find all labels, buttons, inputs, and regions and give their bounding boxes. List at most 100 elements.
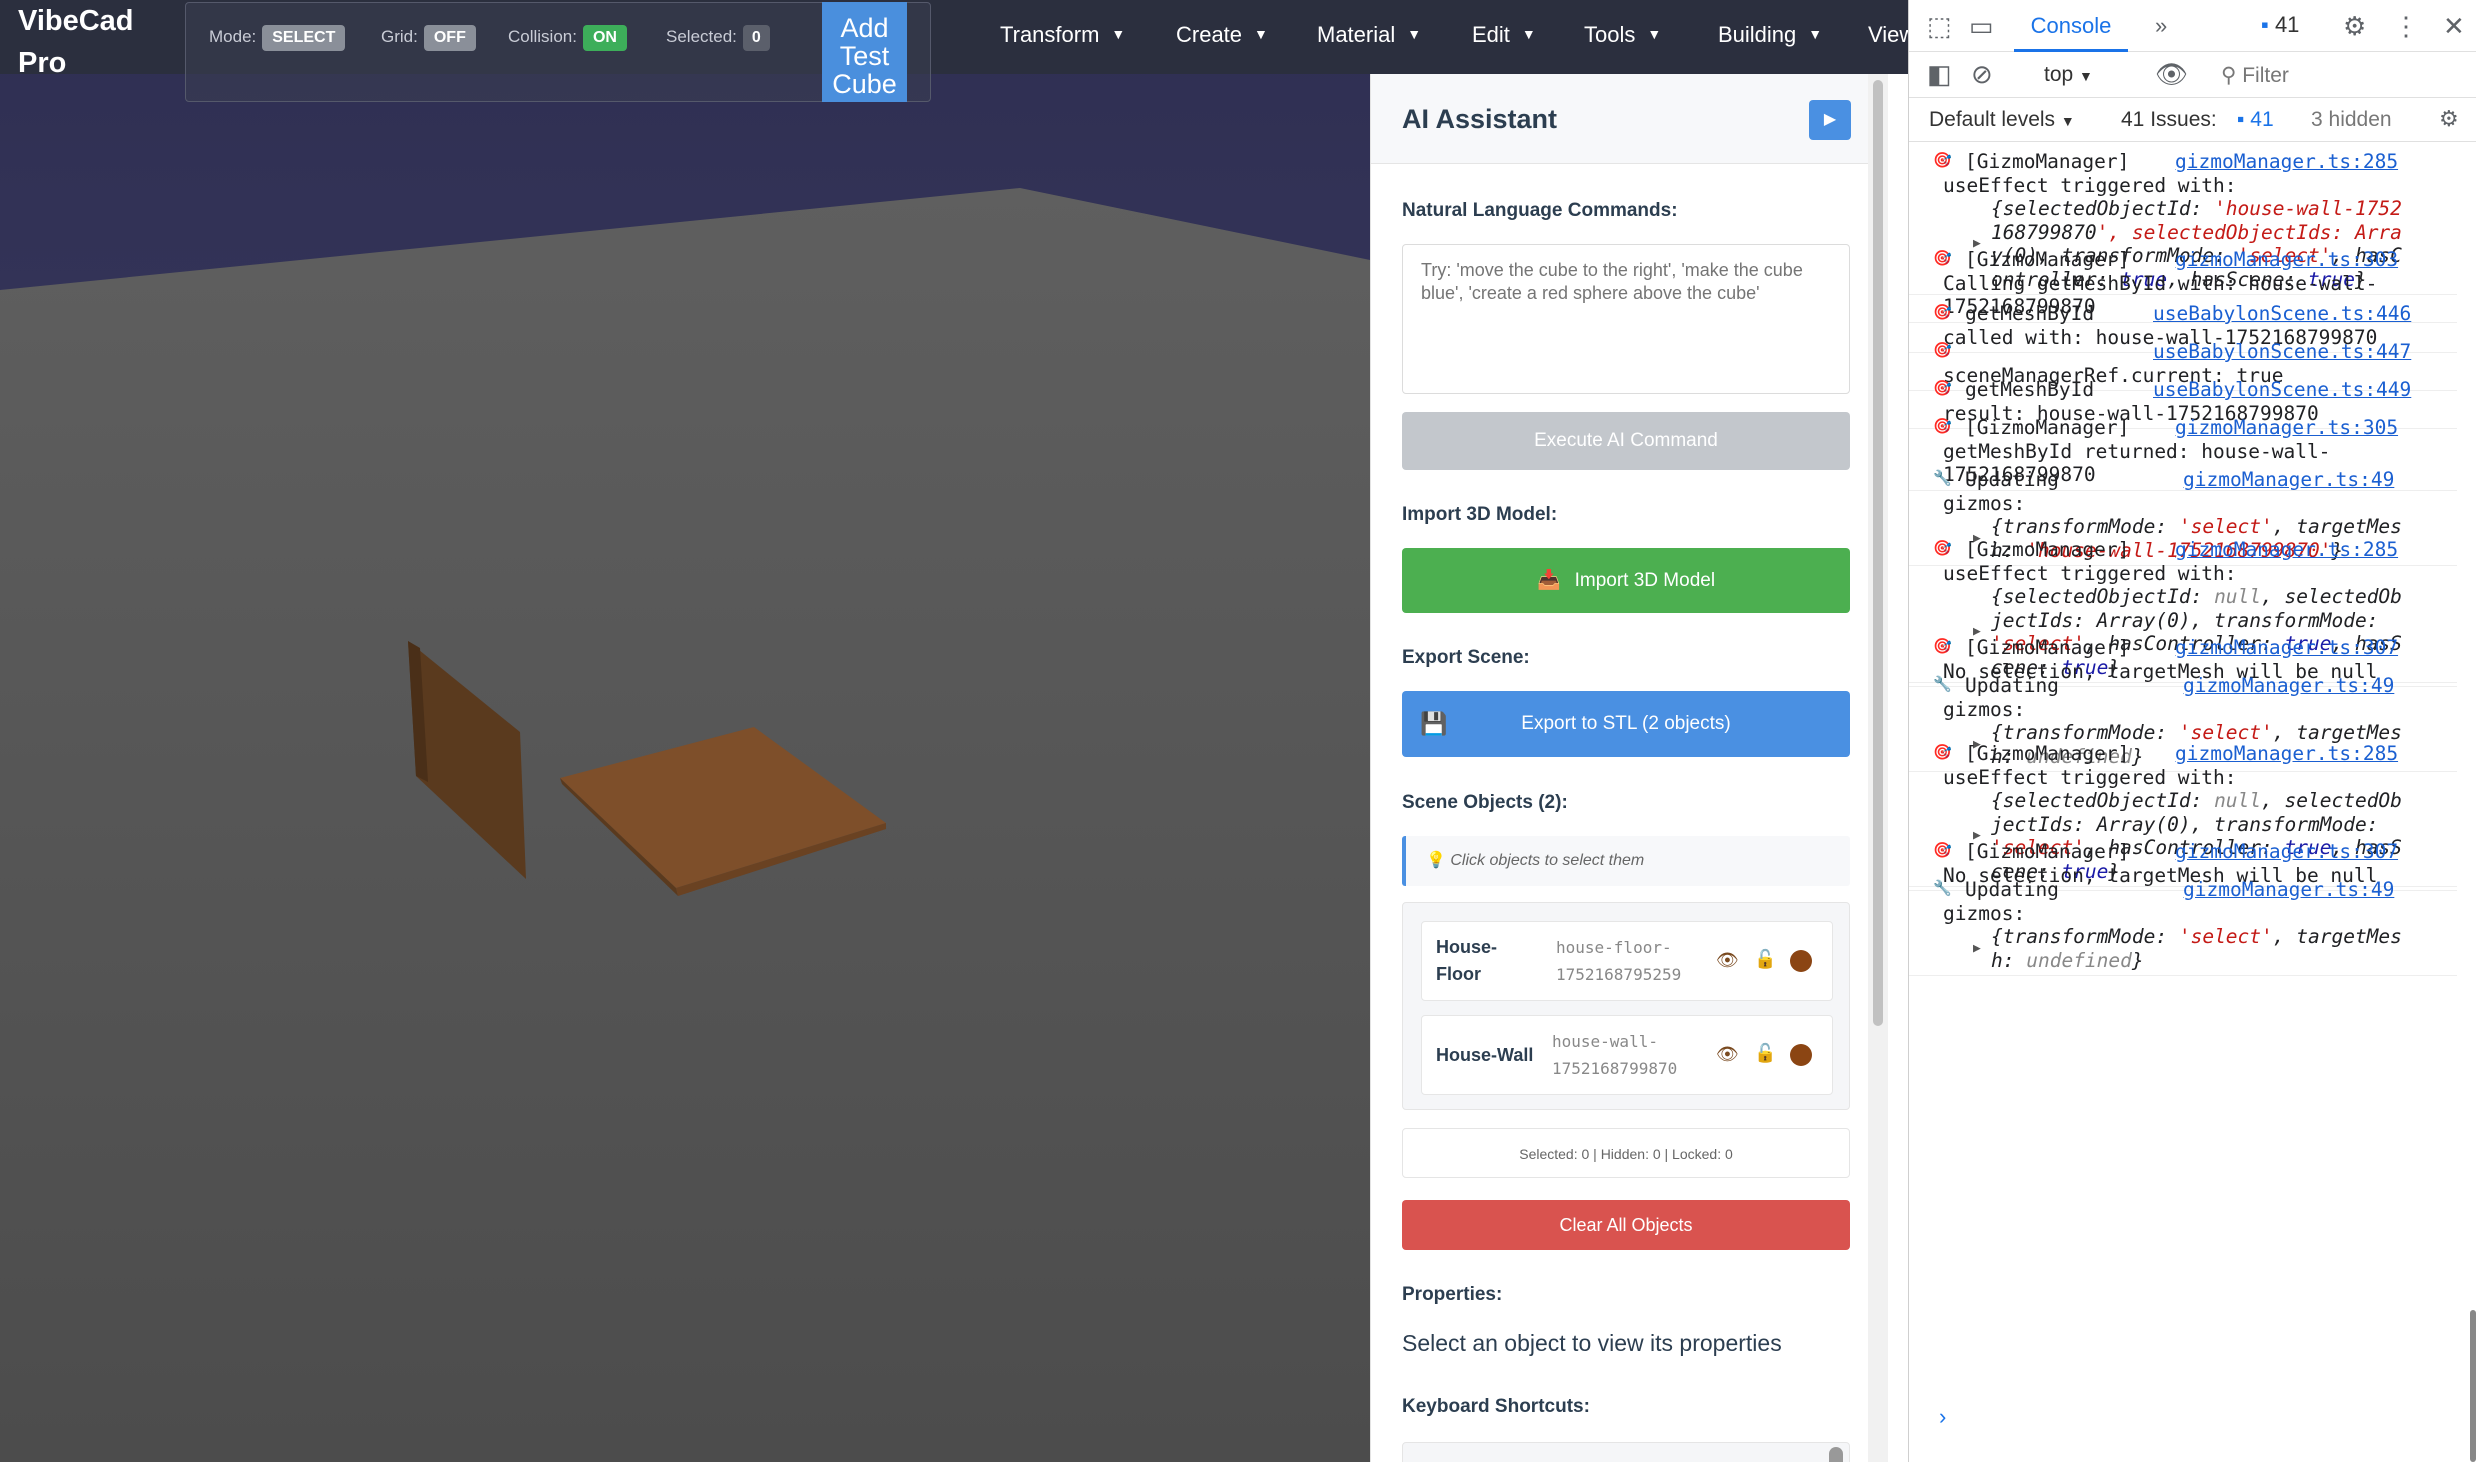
import-3d-model-button[interactable]: 📥 Import 3D Model [1402,548,1850,613]
inbox-tray-icon: 📥 [1536,570,1561,591]
filter-input[interactable]: ⚲ Filter [2221,63,2289,88]
menu-tools[interactable]: Tools ▼ [1584,22,1661,48]
log-text: getMeshById [1965,378,2095,401]
menu-transform[interactable]: Transform ▼ [1000,22,1125,48]
console-prompt[interactable]: › [1939,1404,1946,1430]
scrollbar-thumb[interactable] [1829,1447,1843,1462]
inspect-element-icon[interactable]: ⬚ [1927,13,1952,39]
log-object[interactable]: jectIds: Array(0), transformMode: [1991,813,2378,837]
more-tabs-icon[interactable]: » [2155,13,2167,39]
source-link[interactable]: gizmoManager.ts:49 [2183,468,2394,492]
gear-icon[interactable]: ⚙ [2343,13,2366,39]
eye-icon[interactable]: 👁 [1716,1044,1739,1065]
panel-scrollbar[interactable] [1868,74,1888,1462]
top-menu-bar: VibeCad Pro Mode: SELECT Grid: OFF Collisi… [0,0,1908,102]
source-link[interactable]: gizmoManager.ts:49 [2183,878,2394,902]
scrollbar-thumb[interactable] [1873,80,1883,1026]
list-item[interactable]: House-Floor house-floor-1752168795259 👁 … [1421,921,1833,1001]
selected-label: Selected: [666,27,737,46]
source-link[interactable]: gizmoManager.ts:307 [2175,636,2398,660]
list-item[interactable]: House-Wall house-wall-1752168799870 👁 🔓 [1421,1015,1833,1095]
menu-material[interactable]: Material ▼ [1317,22,1421,48]
levels-dropdown[interactable]: Default levels ▼ [1929,108,2075,132]
export-label: Export to STL (2 objects) [1521,713,1731,734]
kebab-menu-icon[interactable]: ⋮ [2393,13,2419,39]
log-object[interactable]: {selectedObjectId: null, selectedOb [1991,585,2402,609]
target-icon: 🎯 [1933,303,1952,321]
lock-icon[interactable]: 🔓 [1754,1043,1776,1064]
menu-create[interactable]: Create ▼ [1176,22,1268,48]
source-link[interactable]: gizmoManager.ts:305 [2175,416,2398,440]
console-levels-bar: Default levels ▼ 41 Issues: ▪ 41 3 hidde… [1909,98,2476,142]
issues-label[interactable]: 41 Issues: [2121,108,2217,132]
filter-placeholder: Filter [2242,64,2289,87]
panel-title: AI Assistant [1402,104,1558,134]
message-count[interactable]: ▪ 41 [2261,12,2299,38]
eye-icon[interactable]: 👁 [1716,950,1739,971]
sidebar-toggle-icon[interactable]: ◧ [1927,61,1952,87]
target-icon: 🎯 [1933,841,1952,859]
import-label: Import 3D Model [1574,570,1716,591]
source-link[interactable]: useBabylonScene.ts:447 [2153,340,2411,364]
console-scrollbar[interactable] [2470,1310,2476,1462]
color-swatch[interactable] [1790,950,1812,972]
message-icon: ▪ [2261,12,2269,37]
collision-status: Collision: ON [508,25,627,51]
devtools-tabbar: ⬚ ▭ Console » ▪ 41 ⚙ ⋮ ✕ [1909,0,2476,52]
log-text: Updating [1965,468,2059,491]
add-test-cube-button[interactable]: Add Test Cube [822,2,907,102]
clear-console-icon[interactable]: ⊘ [1971,61,1993,87]
tab-console[interactable]: Console [2014,0,2128,52]
expand-triangle-icon[interactable]: ▶ [1973,937,1981,961]
context-selector[interactable]: top ▼ [2044,63,2093,87]
log-text: Calling getMeshById with: house-wall- [1943,271,2378,295]
source-link[interactable]: gizmoManager.ts:285 [2175,150,2398,174]
log-text: useEffect triggered with: [1943,765,2237,789]
color-swatch[interactable] [1790,1044,1812,1066]
log-object[interactable]: {transformMode: 'select', targetMes [1991,925,2402,949]
mode-status: Mode: SELECT [209,25,346,51]
source-link[interactable]: gizmoManager.ts:307 [2175,840,2398,864]
source-link[interactable]: gizmoManager.ts:285 [2175,742,2398,766]
chevron-down-icon: ▼ [1407,26,1422,42]
log-object[interactable]: {selectedObjectId: 'house-wall-1752 [1991,197,2402,221]
device-toolbar-icon[interactable]: ▭ [1969,13,1994,39]
3d-viewport[interactable] [0,0,1370,1462]
menu-view[interactable]: View [1868,22,1908,48]
source-link[interactable]: useBabylonScene.ts:449 [2153,378,2411,402]
source-link[interactable]: gizmoManager.ts:303 [2175,248,2398,272]
scene-canvas[interactable] [0,0,1370,1462]
export-stl-button[interactable]: 💾 Export to STL (2 objects) [1402,691,1850,757]
import-section-label: Import 3D Model: [1402,504,1558,525]
log-object[interactable]: 168799870', selectedObjectIds: Arra [1991,221,2402,245]
export-section-label: Export Scene: [1402,647,1530,668]
close-icon[interactable]: ✕ [2443,13,2465,39]
menu-edit[interactable]: Edit ▼ [1472,22,1536,48]
log-text: Updating [1965,674,2059,697]
select-hint: 💡 Click objects to select them [1402,836,1850,886]
console-entry: 🔧 Updating gizmos: gizmoManager.ts:49 ▶ {tran… [1909,874,2457,976]
lightbulb-icon: 💡 [1426,852,1451,869]
execute-ai-command-button[interactable]: Execute AI Command [1402,412,1850,470]
menu-building[interactable]: Building ▼ [1718,22,1822,48]
source-link[interactable]: gizmoManager.ts:285 [2175,538,2398,562]
wrench-icon: 🔧 [1933,469,1952,487]
target-icon: 🎯 [1933,539,1952,557]
source-link[interactable]: useBabylonScene.ts:446 [2153,302,2411,326]
lock-icon[interactable]: 🔓 [1754,949,1776,970]
nl-command-input[interactable] [1402,244,1850,394]
source-link[interactable]: gizmoManager.ts:49 [2183,674,2394,698]
log-object[interactable]: {selectedObjectId: null, selectedOb [1991,789,2402,813]
clear-all-objects-button[interactable]: Clear All Objects [1402,1200,1850,1250]
eye-icon[interactable]: 👁 [2155,61,2188,87]
log-text: gizmos: [1943,697,2026,721]
ai-assistant-panel: AI Assistant ▶ Natural Language Commands… [1370,74,1888,1462]
gear-icon[interactable]: ⚙ [2439,106,2459,132]
log-object[interactable]: jectIds: Array(0), transformMode: [1991,609,2378,633]
log-object[interactable]: h: undefined} [1991,949,2144,973]
play-button[interactable]: ▶ [1809,100,1851,140]
log-text: useEffect triggered with: [1943,561,2237,585]
issues-count[interactable]: ▪ 41 [2237,108,2274,132]
target-icon: 🎯 [1933,743,1952,761]
log-text: [GizmoManager] [1965,840,2130,863]
